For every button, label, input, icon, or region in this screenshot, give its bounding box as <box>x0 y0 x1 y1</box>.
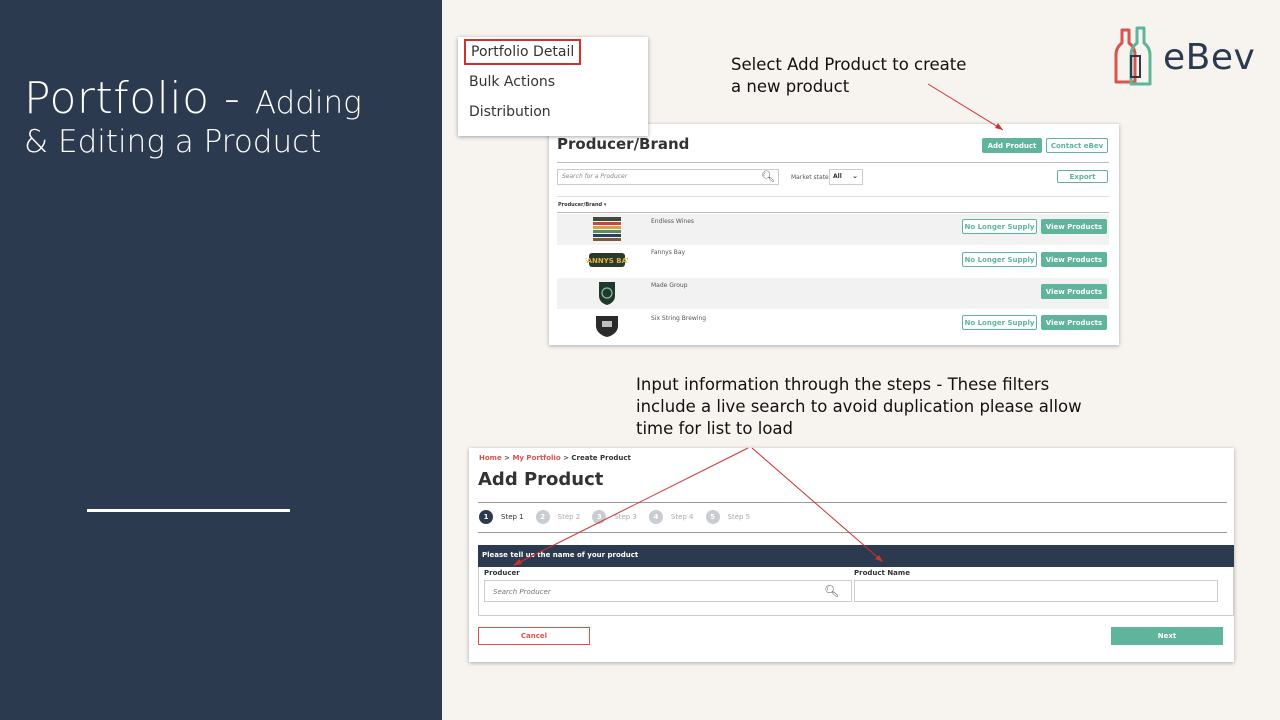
steps-divider <box>478 532 1227 533</box>
menu-item-bulk-actions[interactable]: Bulk Actions <box>469 74 555 90</box>
endless-wines-logo <box>593 217 621 241</box>
no-longer-supply-button[interactable]: No Longer Supply <box>962 315 1037 330</box>
add-product-card: Home > My Portfolio > Create Product Add… <box>469 448 1234 662</box>
column-header-label: Producer/Brand <box>558 202 603 208</box>
menu-item-distribution[interactable]: Distribution <box>469 104 551 120</box>
title-divider <box>478 502 1227 503</box>
logo-text: eBev <box>1163 36 1256 78</box>
add-product-button[interactable]: Add Product <box>982 138 1042 153</box>
view-products-button[interactable]: View Products <box>1041 219 1107 234</box>
market-state-select[interactable]: All ⌄ <box>829 169 863 185</box>
producer-brand-card: Producer/Brand Add Product Contact eBev … <box>549 124 1119 345</box>
step-number: 2 <box>535 510 550 524</box>
contact-ebev-button[interactable]: Contact eBev <box>1046 138 1108 153</box>
row-name: Fannys Bay <box>651 249 686 256</box>
next-button[interactable]: Next <box>1111 627 1223 645</box>
step-label: Step 2 <box>557 513 581 521</box>
step-number: 1 <box>479 510 493 524</box>
step-5[interactable]: 5 Step 5 <box>705 510 751 524</box>
toolbar-divider <box>557 196 1109 197</box>
step-3[interactable]: 3 Step 3 <box>592 510 637 524</box>
breadcrumb-my-portfolio[interactable]: My Portfolio <box>512 454 560 462</box>
table-row: Made Group View Products <box>557 278 1109 309</box>
annotation-add-product: Select Add Product to create a new produ… <box>731 55 967 96</box>
section-header: Please tell us the name of your product <box>478 545 1234 567</box>
export-button[interactable]: Export <box>1057 170 1108 183</box>
breadcrumb-current: Create Product <box>571 454 631 462</box>
step-2[interactable]: 2 Step 2 <box>535 510 581 524</box>
breadcrumb-home[interactable]: Home <box>479 454 502 462</box>
step-label: Step 3 <box>614 513 637 521</box>
step-label: Step 1 <box>501 513 524 521</box>
slide-title-small: Adding <box>254 85 362 121</box>
divider-line <box>87 509 290 512</box>
table-row: FANNYS BAY Fannys Bay No Longer Supply V… <box>557 245 1109 276</box>
fannys-bay-logo: FANNYS BAY <box>586 253 628 267</box>
view-products-button[interactable]: View Products <box>1041 284 1107 299</box>
view-products-button[interactable]: View Products <box>1041 252 1107 267</box>
step-indicator: 1 Step 1 2 Step 2 3 Step 3 4 Step 4 5 St… <box>479 510 762 524</box>
annotation-steps: Input information through the steps - Th… <box>636 375 1082 438</box>
step-4[interactable]: 4 Step 4 <box>648 510 694 524</box>
table-row: Six String Brewing No Longer Supply View… <box>557 311 1109 342</box>
product-name-label: Product Name <box>854 569 910 577</box>
slide-title-line2: & Editing a Product <box>24 124 322 161</box>
step-label: Step 4 <box>670 513 694 521</box>
chevron-down-icon: ⌄ <box>852 172 858 180</box>
made-group-logo <box>599 282 615 305</box>
bottles-icon <box>1114 26 1152 86</box>
slide-title: Portfolio - Adding & Editing a Product <box>24 73 362 161</box>
step-number: 3 <box>592 510 607 524</box>
step-number: 4 <box>648 510 663 524</box>
market-state-label: Market state <box>791 174 829 181</box>
column-divider <box>557 212 1109 213</box>
table-row: Endless Wines No Longer Supply View Prod… <box>557 214 1109 245</box>
producer-label: Producer <box>484 569 520 577</box>
no-longer-supply-button[interactable]: No Longer Supply <box>962 252 1037 267</box>
step-label: Step 5 <box>727 513 751 521</box>
row-name: Endless Wines <box>651 218 695 225</box>
portfolio-menu: Portfolio Detail Bulk Actions Distributi… <box>458 37 648 136</box>
cancel-button[interactable]: Cancel <box>478 627 590 645</box>
search-icon[interactable]: 🔍︎ <box>761 170 775 183</box>
product-form: Producer Search Producer 🔍︎ Product Name <box>478 567 1234 616</box>
fannys-bay-logo-text: FANNYS BAY <box>586 257 628 265</box>
slide-title-main: Portfolio - <box>24 73 255 124</box>
six-string-brewing-logo <box>596 316 618 337</box>
row-name: Made Group <box>651 282 688 289</box>
search-icon[interactable]: 🔍︎ <box>824 584 839 598</box>
page-title: Add Product <box>478 469 604 490</box>
row-name: Six String Brewing <box>651 315 707 322</box>
view-products-button[interactable]: View Products <box>1041 315 1107 330</box>
producer-brand-title: Producer/Brand <box>557 135 690 153</box>
ebev-logo: eBev <box>1113 26 1255 88</box>
step-number: 5 <box>705 510 720 524</box>
sort-down-icon: ▾ <box>603 202 607 208</box>
market-state-value: All <box>833 173 842 180</box>
step-1[interactable]: 1 Step 1 <box>479 510 524 524</box>
producer-search-input[interactable]: Search for a Producer <box>557 169 779 185</box>
product-name-input[interactable] <box>854 580 1218 602</box>
left-panel: Portfolio - Adding & Editing a Product <box>0 0 442 720</box>
breadcrumb: Home > My Portfolio > Create Product <box>479 454 631 462</box>
column-header-producer-brand[interactable]: Producer/Brand ▾ <box>558 202 606 208</box>
producer-search-input[interactable]: Search Producer <box>484 580 852 602</box>
no-longer-supply-button[interactable]: No Longer Supply <box>962 219 1037 234</box>
menu-item-portfolio-detail[interactable]: Portfolio Detail <box>464 39 582 65</box>
header-divider <box>557 162 1109 163</box>
